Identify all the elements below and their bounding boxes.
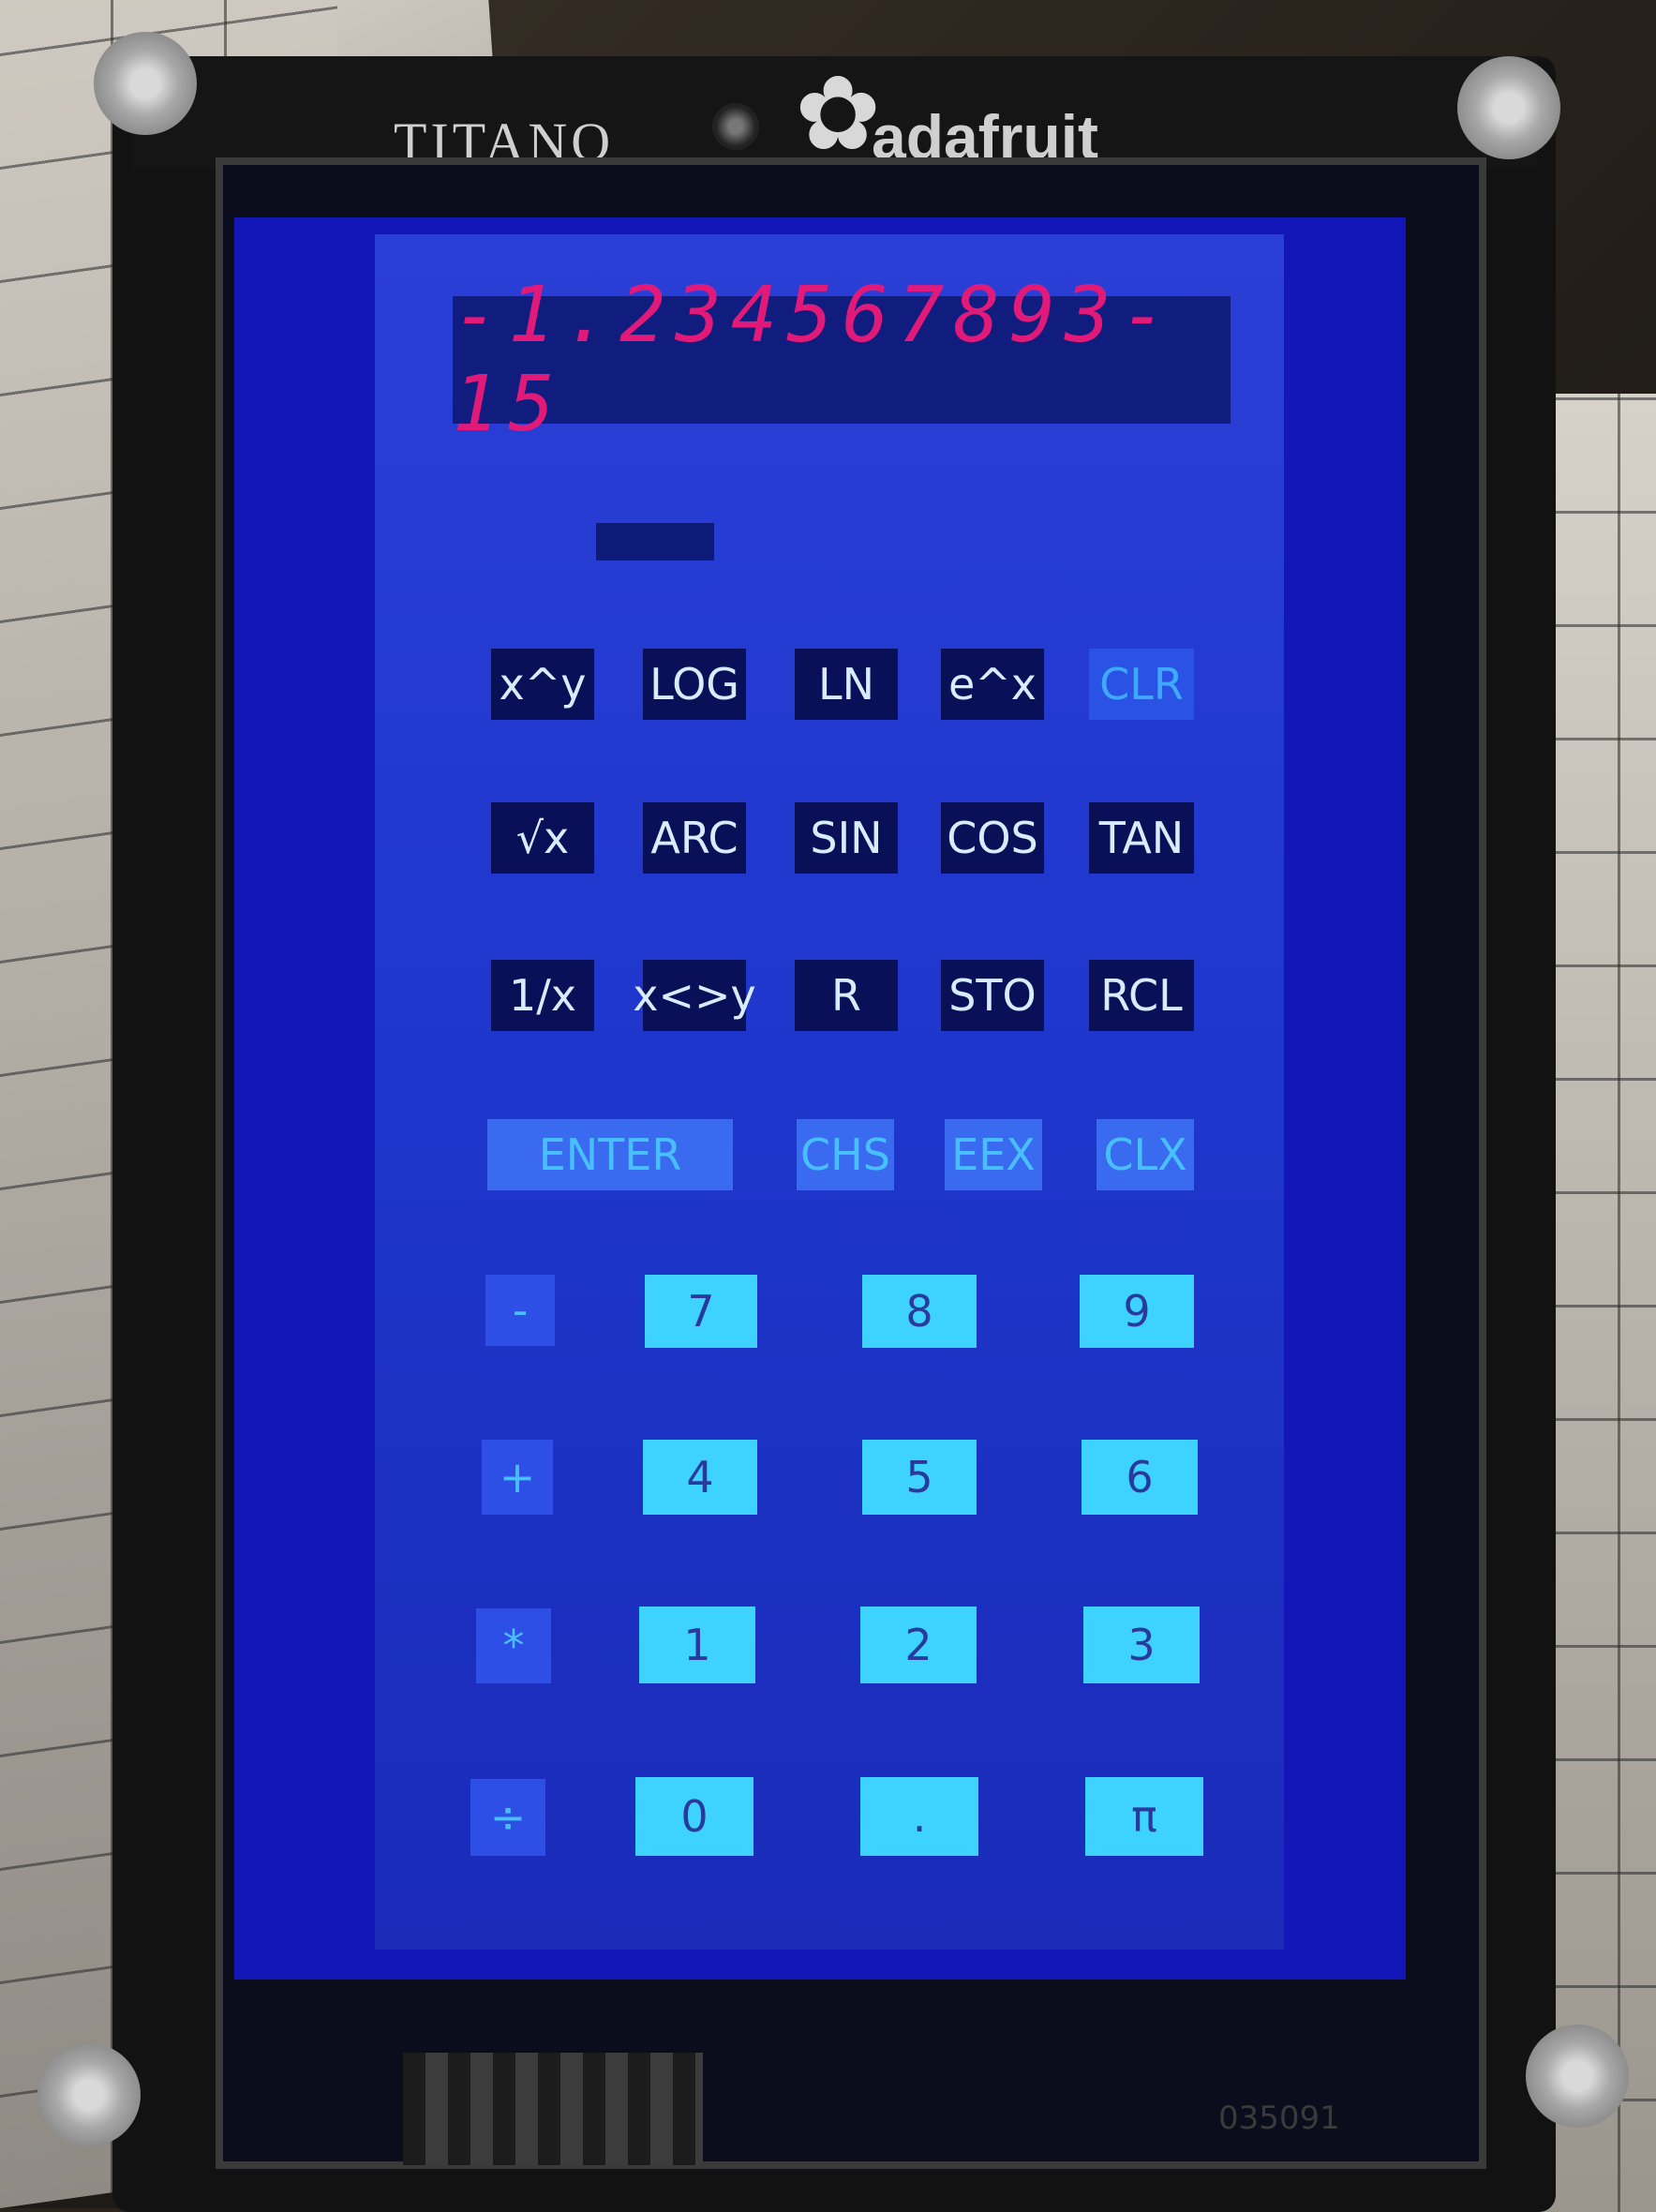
key-ln[interactable]: LN bbox=[795, 649, 898, 720]
key-clx[interactable]: CLX bbox=[1097, 1119, 1194, 1190]
key-digit-7[interactable]: 7 bbox=[645, 1275, 757, 1348]
key-digit-3[interactable]: 3 bbox=[1083, 1607, 1200, 1683]
display-readout: -1.234567893-15 bbox=[453, 271, 1176, 449]
key-digit-5[interactable]: 5 bbox=[862, 1440, 977, 1515]
light-sensor bbox=[712, 103, 759, 150]
key-sto[interactable]: STO bbox=[941, 960, 1044, 1031]
key-digit-1[interactable]: 1 bbox=[639, 1607, 755, 1683]
key-power[interactable]: x^y bbox=[491, 649, 594, 720]
key-arc[interactable]: ARC bbox=[643, 802, 746, 874]
key-digit-4[interactable]: 4 bbox=[643, 1440, 757, 1515]
key-eex[interactable]: EEX bbox=[945, 1119, 1042, 1190]
key-reciprocal[interactable]: 1/x bbox=[491, 960, 594, 1031]
key-digit-8[interactable]: 8 bbox=[862, 1275, 977, 1348]
adafruit-flower-logo: ✿ bbox=[795, 53, 882, 173]
screw-top-right bbox=[1457, 56, 1560, 159]
key-digit-6[interactable]: 6 bbox=[1082, 1440, 1198, 1515]
board-serial: 035091 bbox=[1218, 2100, 1340, 2137]
key-log[interactable]: LOG bbox=[643, 649, 746, 720]
key-enter[interactable]: ENTER bbox=[487, 1119, 733, 1190]
screw-top-left bbox=[94, 32, 197, 135]
key-cos[interactable]: COS bbox=[941, 802, 1044, 874]
key-multiply[interactable]: * bbox=[476, 1608, 551, 1683]
calculator-panel bbox=[375, 234, 1284, 1950]
key-divide[interactable]: ÷ bbox=[470, 1779, 545, 1856]
key-digit-0[interactable]: 0 bbox=[635, 1777, 753, 1856]
key-digit-9[interactable]: 9 bbox=[1080, 1275, 1194, 1348]
key-digit-2[interactable]: 2 bbox=[860, 1607, 977, 1683]
key-exp[interactable]: e^x bbox=[941, 649, 1044, 720]
key-swap[interactable]: x<>y bbox=[633, 960, 756, 1031]
key-subtract[interactable]: - bbox=[485, 1275, 555, 1346]
key-decimal-point[interactable]: . bbox=[860, 1777, 978, 1856]
key-add[interactable]: + bbox=[482, 1440, 553, 1515]
key-tan[interactable]: TAN bbox=[1089, 802, 1194, 874]
key-clr[interactable]: CLR bbox=[1089, 649, 1194, 720]
key-sqrt[interactable]: √x bbox=[491, 802, 594, 874]
lcd-ribbon-connector bbox=[403, 2053, 703, 2165]
screw-bottom-left bbox=[37, 2043, 141, 2146]
status-indicator bbox=[596, 523, 714, 560]
key-rcl[interactable]: RCL bbox=[1089, 960, 1194, 1031]
key-sin[interactable]: SIN bbox=[795, 802, 898, 874]
screw-bottom-right bbox=[1526, 2025, 1629, 2128]
calculator-display: -1.234567893-15 bbox=[453, 271, 1231, 449]
key-chs[interactable]: CHS bbox=[797, 1119, 894, 1190]
key-roll[interactable]: R bbox=[795, 960, 898, 1031]
key-pi[interactable]: π bbox=[1085, 1777, 1203, 1856]
